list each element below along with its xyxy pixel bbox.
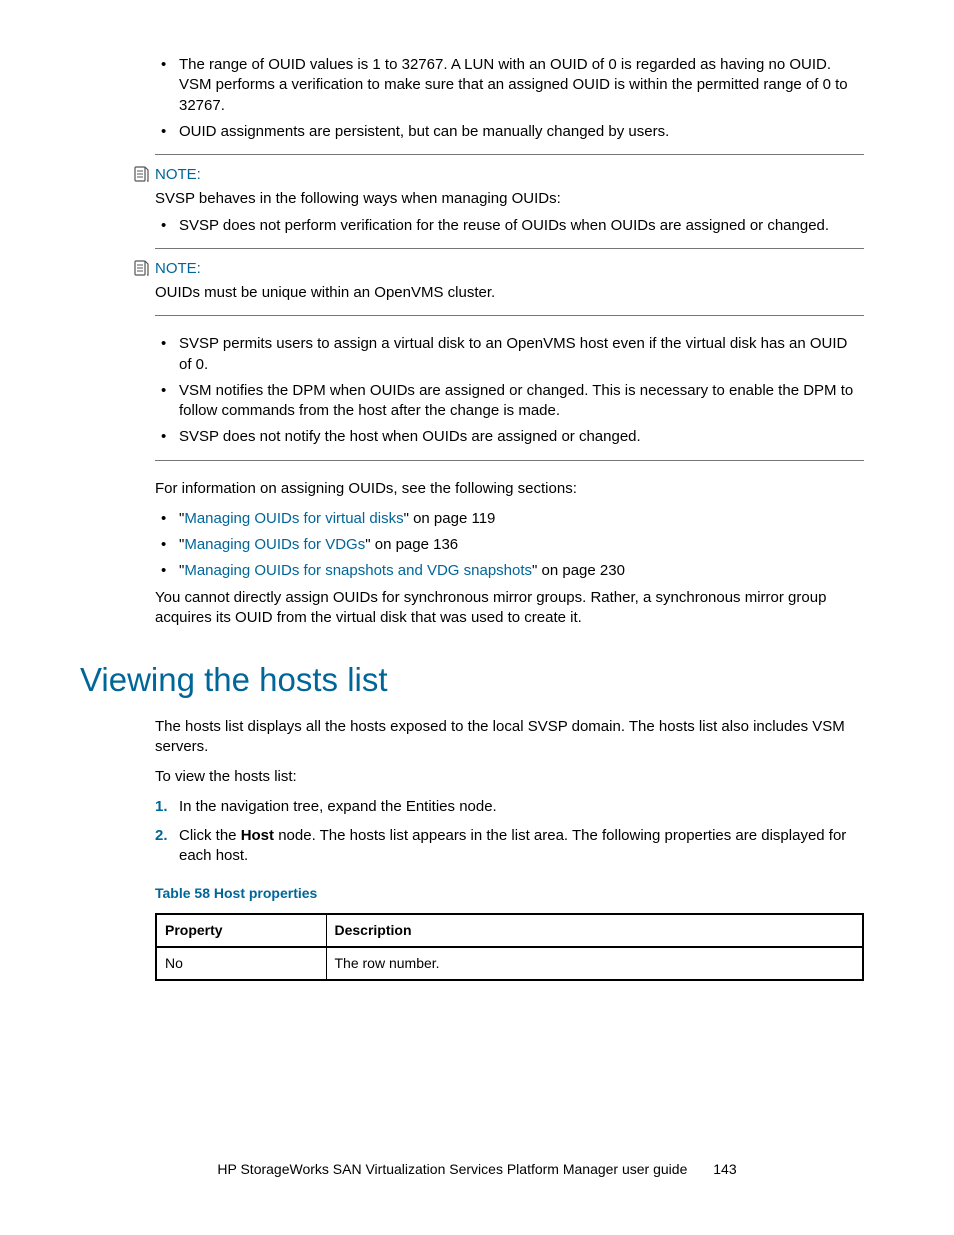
steps-list: In the navigation tree, expand the Entit… (155, 797, 864, 866)
note-label-text: NOTE: (155, 260, 201, 277)
footer-title: HP StorageWorks SAN Virtualization Servi… (217, 1161, 687, 1177)
note-label: NOTE: (155, 259, 864, 279)
note-icon (133, 166, 149, 182)
page-footer: HP StorageWorks SAN Virtualization Servi… (0, 1160, 954, 1179)
table-row: No The row number. (156, 947, 863, 980)
list-item: "Managing OUIDs for virtual disks" on pa… (179, 509, 864, 529)
list-item: OUID assignments are persistent, but can… (179, 122, 864, 142)
list-item: "Managing OUIDs for VDGs" on page 136 (179, 535, 864, 555)
list-item: SVSP does not perform verification for t… (179, 216, 864, 236)
page-number: 143 (713, 1160, 736, 1179)
crossref-suffix: " on page 136 (365, 536, 458, 553)
crossref-suffix: " on page 119 (404, 510, 496, 527)
list-item: SVSP permits users to assign a virtual d… (179, 334, 864, 375)
step-text-bold: Host (241, 827, 274, 844)
section-intro: The hosts list displays all the hosts ex… (155, 717, 864, 758)
list-item: The range of OUID values is 1 to 32767. … (179, 55, 864, 116)
divider (155, 248, 864, 249)
table-cell-property: No (156, 947, 326, 980)
note-label-text: NOTE: (155, 166, 201, 183)
table-header-property: Property (156, 914, 326, 947)
note-list: SVSP does not perform verification for t… (155, 216, 864, 236)
divider (155, 154, 864, 155)
step-item: Click the Host node. The hosts list appe… (179, 826, 864, 867)
ouid-range-list: The range of OUID values is 1 to 32767. … (155, 55, 864, 142)
note-intro: SVSP behaves in the following ways when … (155, 189, 864, 209)
list-item: VSM notifies the DPM when OUIDs are assi… (179, 381, 864, 422)
crossref-suffix: " on page 230 (532, 562, 625, 579)
host-properties-table: Property Description No The row number. (155, 913, 864, 981)
table-header-row: Property Description (156, 914, 863, 947)
table-caption: Table 58 Host properties (155, 884, 864, 903)
table-cell-description: The row number. (326, 947, 863, 980)
mirror-group-note: You cannot directly assign OUIDs for syn… (155, 588, 864, 629)
step-text-pre: Click the (179, 827, 241, 844)
table-header-description: Description (326, 914, 863, 947)
divider (155, 460, 864, 461)
link-managing-ouids-snapshots[interactable]: Managing OUIDs for snapshots and VDG sna… (184, 562, 532, 579)
crossref-list: "Managing OUIDs for virtual disks" on pa… (155, 509, 864, 582)
list-item: "Managing OUIDs for snapshots and VDG sn… (179, 561, 864, 581)
divider (155, 315, 864, 316)
link-managing-ouids-vdgs[interactable]: Managing OUIDs for VDGs (184, 536, 365, 553)
note-body: OUIDs must be unique within an OpenVMS c… (155, 283, 864, 303)
step-item: In the navigation tree, expand the Entit… (179, 797, 864, 817)
link-managing-ouids-virtual-disks[interactable]: Managing OUIDs for virtual disks (184, 510, 403, 527)
svsp-behavior-list: SVSP permits users to assign a virtual d… (155, 334, 864, 447)
step-text-post: node. The hosts list appears in the list… (179, 827, 846, 864)
section-lead: To view the hosts list: (155, 767, 864, 787)
note-icon (133, 260, 149, 276)
list-item: SVSP does not notify the host when OUIDs… (179, 427, 864, 447)
crossref-intro: For information on assigning OUIDs, see … (155, 479, 864, 499)
section-title: Viewing the hosts list (80, 658, 864, 703)
note-label: NOTE: (155, 165, 864, 185)
